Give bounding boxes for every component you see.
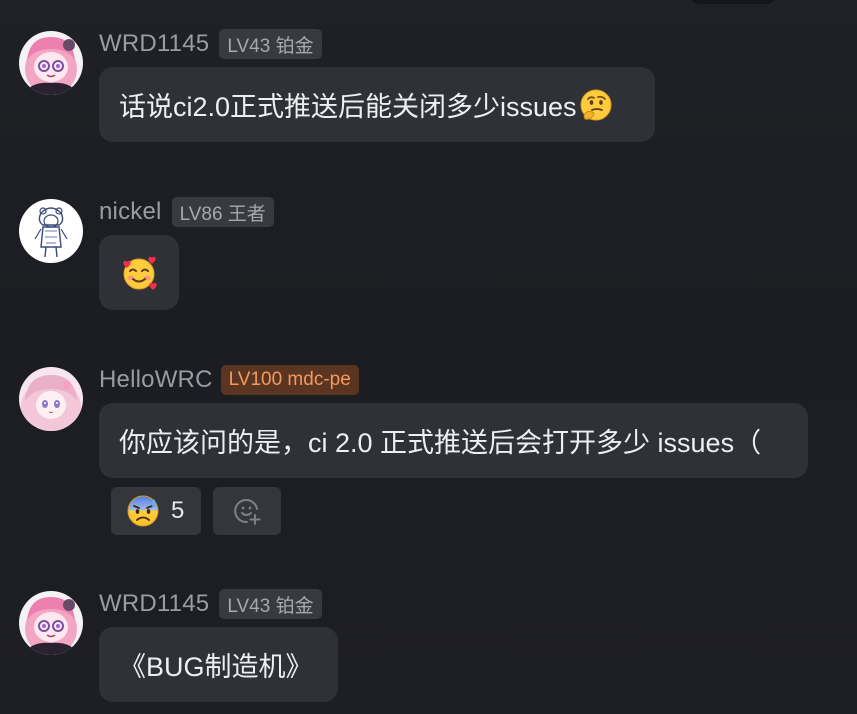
message-bubble[interactable]: 话说ci2.0正式推送后能关闭多少issues — [99, 67, 655, 142]
top-pill — [690, 0, 776, 4]
level-badge: LV100 mdc-pe — [220, 365, 359, 395]
message-text: 话说ci2.0正式推送后能关闭多少issues — [119, 92, 577, 122]
username[interactable]: WRD1145 — [99, 590, 209, 618]
level-badge: LV43 铂金 — [219, 589, 322, 619]
avatar-image — [19, 591, 83, 655]
message-bubble[interactable]: 《BUG制造机》 — [99, 627, 338, 702]
message-header: nickel LV86 王者 — [99, 196, 274, 228]
avatar-image — [19, 31, 83, 95]
reaction-chip[interactable]: 5 — [111, 487, 201, 535]
avatar-image — [19, 199, 83, 263]
level-badge: LV43 铂金 — [219, 29, 322, 59]
thinking-face-icon — [580, 89, 612, 120]
message-bubble[interactable] — [99, 235, 179, 310]
message-text: 你应该问的是，ci 2.0 正式推送后会打开多少 issues（ — [119, 428, 762, 458]
message-header: HelloWRC LV100 mdc-pe — [99, 364, 359, 396]
add-reaction-button[interactable] — [213, 487, 281, 535]
avatar-image — [19, 367, 83, 431]
avatar[interactable] — [19, 199, 83, 263]
message-text: 《BUG制造机》 — [119, 652, 313, 682]
reaction-count: 5 — [171, 497, 185, 524]
anxious-face-with-sweat-icon — [127, 495, 159, 527]
username[interactable]: HelloWRC — [99, 366, 213, 394]
smiling-face-with-hearts-icon — [123, 256, 157, 290]
message-header: WRD1145 LV43 铂金 — [99, 28, 322, 60]
username[interactable]: nickel — [99, 198, 162, 226]
username[interactable]: WRD1145 — [99, 30, 209, 58]
avatar[interactable] — [19, 367, 83, 431]
message-bubble[interactable]: 你应该问的是，ci 2.0 正式推送后会打开多少 issues（ — [99, 403, 808, 478]
message-header: WRD1145 LV43 铂金 — [99, 588, 322, 620]
avatar[interactable] — [19, 31, 83, 95]
avatar[interactable] — [19, 591, 83, 655]
level-badge: LV86 王者 — [171, 197, 274, 227]
add-reaction-icon — [234, 499, 261, 525]
